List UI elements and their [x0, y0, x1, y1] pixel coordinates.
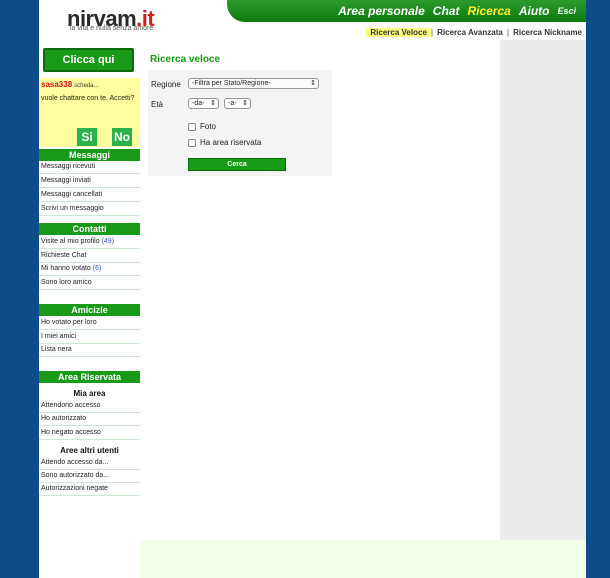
chat-request-box: sasa338 scheda... vuole chattare con te. …	[39, 78, 140, 147]
top-navigation: Area personale Chat Ricerca Aiuto Esci	[227, 0, 586, 22]
cerca-button[interactable]: Cerca	[188, 158, 286, 171]
sidebar-item-ho-autorizzato[interactable]: Ho autorizzato	[39, 413, 140, 426]
region-label: Regione	[151, 80, 181, 89]
count-badge: (6)	[92, 265, 102, 272]
tab-ricerca-nickname[interactable]: Ricerca Nickname	[509, 28, 586, 37]
accept-chat-button[interactable]: Si	[77, 128, 97, 146]
section-amicizie-header: Amicizie	[39, 304, 140, 316]
header: nirvam.it la vita e nulla senza amore Ar…	[39, 0, 586, 40]
sidebar-item-miei-amici[interactable]: I miei amici	[39, 331, 140, 344]
section-contatti-header: Contatti	[39, 223, 140, 235]
nav-chat[interactable]: Chat	[433, 4, 460, 18]
riservata-checkbox[interactable]	[188, 138, 196, 147]
sidebar-item-messaggi-cancellati[interactable]: Messaggi cancellati	[39, 189, 140, 202]
sidebar-item-visite-profilo[interactable]: Visite al mio profilo (49)	[39, 236, 140, 249]
main-content: Ricerca veloce Regione -Filtra per Stato…	[140, 40, 500, 540]
sidebar-item-label: Sono loro amico	[41, 279, 92, 286]
chat-request-scheda-link[interactable]: scheda...	[74, 83, 98, 89]
foto-checkbox[interactable]	[188, 122, 196, 131]
sidebar-item-ho-votato[interactable]: Ho votato per loro	[39, 317, 140, 330]
tab-ricerca-avanzata[interactable]: Ricerca Avanzata	[433, 28, 507, 37]
tab-ricerca-veloce[interactable]: Ricerca Veloce	[366, 28, 431, 37]
subsection-mia-area: Mia area	[73, 389, 106, 398]
subsection-altri-utenti: Aree altri utenti	[60, 446, 119, 455]
chat-request-message: vuole chattare con te. Accetti?	[41, 95, 135, 102]
foto-label: Foto	[200, 122, 217, 131]
sidebar-item-sono-loro-amico[interactable]: Sono loro amico	[39, 277, 140, 290]
sidebar: Clicca qui sasa338 scheda... vuole chatta…	[39, 40, 140, 578]
riservata-option: Ha area riservata	[188, 138, 261, 147]
right-panel	[500, 40, 586, 540]
sidebar-item-label: Visite al mio profilo	[41, 238, 100, 245]
sub-navigation: Ricerca Veloce | Ricerca Avanzata | Rice…	[366, 26, 586, 39]
sidebar-item-sono-autorizzato-da[interactable]: Sono autorizzato da...	[39, 470, 140, 483]
section-area-riservata-header: Area Riservata	[39, 371, 140, 383]
riservata-label: Ha area riservata	[200, 138, 262, 147]
nav-esci[interactable]: Esci	[557, 6, 576, 18]
foto-option: Foto	[188, 122, 216, 131]
nav-area-personale[interactable]: Area personale	[338, 4, 425, 18]
sidebar-item-mi-hanno-votato[interactable]: Mi hanno votato (6)	[39, 263, 140, 276]
age-label: Età	[151, 100, 164, 109]
count-badge: (49)	[101, 238, 115, 245]
sidebar-item-ho-negato-accesso[interactable]: Ho negato accesso	[39, 427, 140, 440]
age-from-select[interactable]: -da-	[188, 98, 219, 109]
tagline: la vita e nulla senza amore	[70, 25, 154, 32]
age-from-value: -da-	[192, 100, 205, 107]
sidebar-item-label: Richieste Chat	[41, 252, 87, 259]
age-to-select[interactable]: -a-	[224, 98, 251, 109]
sidebar-item-label: Mi hanno votato	[41, 265, 91, 272]
sidebar-item-scrivi-messaggio[interactable]: Scrivi un messaggio	[39, 203, 140, 216]
sidebar-item-attendo-accesso-da[interactable]: Attendo accesso da...	[39, 457, 140, 470]
search-form: Regione -Filtra per Stato/Regione- Età -…	[148, 70, 332, 176]
section-messaggi-header: Messaggi	[39, 149, 140, 161]
sidebar-item-messaggi-inviati[interactable]: Messaggi inviati	[39, 175, 140, 188]
nav-ricerca[interactable]: Ricerca	[467, 4, 510, 18]
sidebar-item-attendono-accesso[interactable]: Attendono accesso	[39, 400, 140, 413]
age-to-value: -a-	[228, 100, 237, 107]
sidebar-item-autorizzazioni-negate[interactable]: Autorizzazioni negate	[39, 483, 140, 496]
decline-chat-button[interactable]: No	[112, 128, 132, 146]
chat-request-username[interactable]: sasa338	[41, 80, 72, 89]
region-select-value: -Filtra per Stato/Regione-	[192, 80, 271, 87]
region-select[interactable]: -Filtra per Stato/Regione-	[188, 78, 319, 89]
nav-aiuto[interactable]: Aiuto	[519, 4, 550, 18]
sidebar-item-richieste-chat[interactable]: Richieste Chat	[39, 250, 140, 263]
chat-request-user: sasa338 scheda...	[41, 80, 99, 89]
sidebar-item-lista-nera[interactable]: Lista nera	[39, 344, 140, 357]
page-title: Ricerca veloce	[150, 54, 221, 65]
clicca-qui-button[interactable]: Clicca qui	[43, 48, 134, 72]
page: nirvam.it la vita e nulla senza amore Ar…	[39, 0, 586, 578]
sidebar-item-messaggi-ricevuti[interactable]: Messaggi ricevuti	[39, 161, 140, 174]
